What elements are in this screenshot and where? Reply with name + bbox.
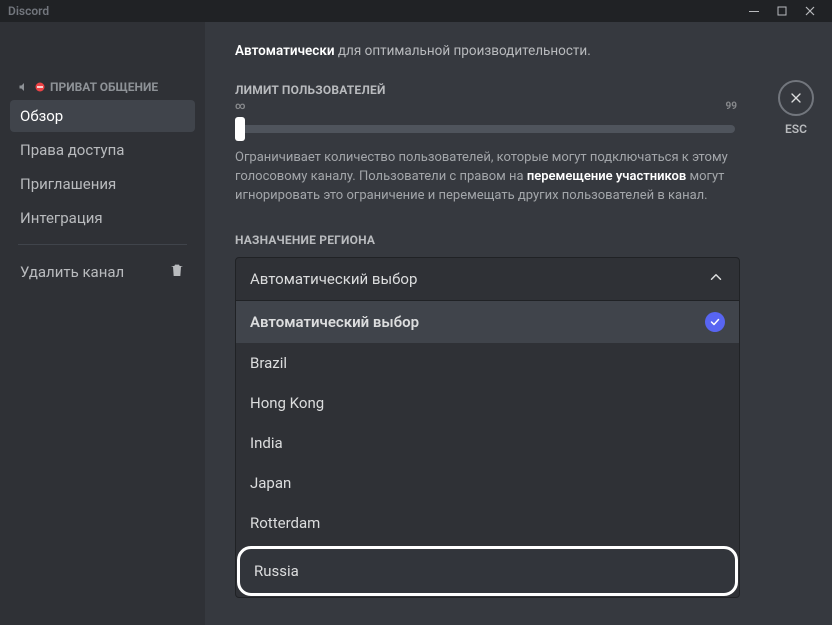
region-option-russia[interactable]: Russia xyxy=(237,546,738,596)
settings-sidebar: ПРИВАТ ОБЩЕНИЕ Обзор Права доступа Пригл… xyxy=(0,22,205,625)
user-limit-label: ЛИМИТ ПОЛЬЗОВАТЕЛЕЙ xyxy=(235,83,792,97)
slider-min-label: ∞ xyxy=(235,101,246,112)
slider-track xyxy=(235,125,735,133)
sidebar-separator xyxy=(18,244,187,245)
close-icon xyxy=(778,80,814,116)
region-select: Автоматический выбор Автоматический выбо… xyxy=(235,257,740,598)
sidebar-item-overview[interactable]: Обзор xyxy=(10,100,195,132)
chevron-up-icon xyxy=(707,268,725,290)
region-option-rotterdam[interactable]: Rotterdam xyxy=(236,503,739,543)
region-label: НАЗНАЧЕНИЕ РЕГИОНА xyxy=(235,233,792,247)
settings-content: ESC Автоматически для оптимальной произв… xyxy=(205,22,832,625)
esc-label: ESC xyxy=(785,122,807,136)
region-option-japan[interactable]: Japan xyxy=(236,463,739,503)
region-dropdown: Автоматический выбор Brazil Hong Kong In… xyxy=(235,301,740,598)
slider-max-label: 99 xyxy=(726,101,737,112)
bitrate-description: Автоматически для оптимальной производит… xyxy=(235,42,735,61)
close-settings-button[interactable]: ESC xyxy=(778,80,814,136)
titlebar: Discord xyxy=(0,0,832,22)
region-select-header[interactable]: Автоматический выбор xyxy=(235,257,740,301)
sidebar-delete-channel[interactable]: Удалить канал xyxy=(10,255,195,289)
window-maximize-icon[interactable] xyxy=(768,0,796,22)
region-option-india[interactable]: India xyxy=(236,423,739,463)
delete-channel-label: Удалить канал xyxy=(20,263,124,281)
app-name: Discord xyxy=(8,4,49,18)
slider-thumb[interactable] xyxy=(235,117,245,141)
sidebar-item-invites[interactable]: Приглашения xyxy=(10,168,195,200)
no-entry-icon xyxy=(34,81,46,93)
check-icon xyxy=(705,312,725,332)
user-limit-help: Ограничивает количество пользователей, к… xyxy=(235,149,735,206)
sidebar-item-permissions[interactable]: Права доступа xyxy=(10,134,195,166)
window-close-icon[interactable] xyxy=(796,0,824,22)
region-selected-value: Автоматический выбор xyxy=(250,270,417,288)
volume-icon xyxy=(18,81,30,93)
region-option-hongkong[interactable]: Hong Kong xyxy=(236,383,739,423)
sidebar-category-label: ПРИВАТ ОБЩЕНИЕ xyxy=(50,80,158,94)
trash-icon xyxy=(169,262,185,282)
sidebar-category: ПРИВАТ ОБЩЕНИЕ xyxy=(10,80,195,100)
sidebar-item-integrations[interactable]: Интеграция xyxy=(10,202,195,234)
region-option-brazil[interactable]: Brazil xyxy=(236,343,739,383)
window-minimize-icon[interactable] xyxy=(740,0,768,22)
region-option-auto[interactable]: Автоматический выбор xyxy=(236,301,739,343)
user-limit-slider[interactable]: ∞ 99 xyxy=(235,115,735,139)
